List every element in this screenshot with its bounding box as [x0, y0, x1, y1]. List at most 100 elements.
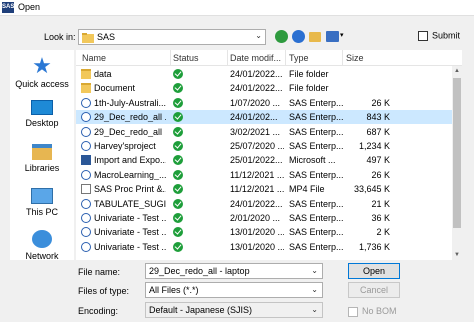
desktop-icon	[31, 100, 53, 115]
file-name-combo[interactable]: 29_Dec_redo_all - laptop ⌄	[145, 263, 323, 279]
file-row[interactable]: SAS Proc Print &... 11/12/2021 ... MP4 Fil…	[76, 182, 452, 196]
sync-status-icon	[173, 184, 183, 195]
vertical-scrollbar[interactable]: ▲ ▼	[452, 66, 462, 260]
sas-file-icon	[81, 241, 91, 252]
libraries-icon	[32, 144, 52, 160]
file-row[interactable]: Import and Expo... 25/01/2022... Microsoft…	[76, 153, 452, 167]
place-network[interactable]: Network	[10, 230, 74, 261]
file-size: 687 K	[366, 126, 390, 137]
column-header-size[interactable]: Size	[346, 53, 364, 63]
view-chevron-icon[interactable]: ▾	[340, 31, 344, 39]
file-row[interactable]: Univariate - Test ... 2/01/2020 ... SAS En…	[76, 211, 452, 225]
file-type: SAS Enterp...	[289, 97, 343, 108]
file-name: TABULATE_SUGI2...	[94, 198, 166, 209]
title-bar[interactable]: SAS Open	[0, 0, 474, 16]
folder-icon	[81, 83, 91, 94]
word-file-icon	[81, 155, 91, 166]
file-type: SAS Enterp...	[289, 241, 343, 252]
column-divider[interactable]	[170, 50, 171, 66]
column-header-date[interactable]: Date modif...	[230, 53, 281, 63]
no-bom-checkbox[interactable]: No BOM	[348, 306, 397, 317]
file-name: Harvey'sproject	[94, 141, 156, 151]
chevron-down-icon[interactable]: ⌄	[311, 305, 318, 314]
open-button[interactable]: Open	[348, 263, 400, 279]
view-menu-icon[interactable]	[326, 31, 339, 42]
file-type: Microsoft ...	[289, 155, 336, 166]
up-folder-icon[interactable]	[292, 30, 305, 43]
place-label: Libraries	[24, 163, 60, 173]
file-date: 25/07/2020 ...	[230, 141, 284, 151]
look-in-value: SAS	[97, 32, 116, 42]
submit-checkbox[interactable]: Submit	[418, 30, 460, 41]
files-of-type-value: All Files (*.*)	[149, 285, 199, 295]
file-size: 1,736 K	[358, 241, 390, 252]
back-icon[interactable]	[275, 30, 288, 43]
place-libraries[interactable]: Libraries	[10, 144, 74, 173]
scroll-up-icon[interactable]: ▲	[452, 66, 462, 76]
no-bom-label: No BOM	[362, 306, 397, 316]
chevron-down-icon[interactable]: ⌄	[311, 285, 318, 294]
file-row[interactable]: MacroLearning_... 11/12/2021 ... SAS Enter…	[76, 168, 452, 182]
file-type: MP4 File	[289, 184, 325, 195]
checkbox-box[interactable]	[418, 30, 428, 41]
file-row[interactable]: data 24/01/2022... File folder	[76, 67, 452, 81]
file-name: 1th-July-Australi...	[94, 97, 166, 108]
place-label: Desktop	[25, 118, 59, 128]
file-size: 1,234 K	[358, 141, 390, 151]
file-date: 13/01/2020 ...	[230, 241, 284, 252]
place-desktop[interactable]: Desktop	[10, 100, 74, 128]
file-name: Univariate - Test ...	[94, 227, 166, 238]
file-size: 26 K	[371, 97, 390, 108]
file-date: 1/07/2020 ...	[230, 97, 281, 108]
file-size: 843 K	[366, 112, 390, 123]
scroll-down-icon[interactable]: ▼	[452, 250, 462, 260]
file-row[interactable]: 29_Dec_redo_all 3/02/2021 ... SAS Enterp..…	[76, 125, 452, 139]
sync-status-icon	[173, 213, 183, 223]
file-row[interactable]: Univariate - Test ... 13/01/2020 ... SAS E…	[76, 240, 452, 254]
file-row[interactable]: Univariate - Test ... 13/01/2020 ... SAS E…	[76, 225, 452, 239]
encoding-label: Encoding:	[78, 306, 119, 316]
place-this-pc[interactable]: This PC	[10, 188, 74, 217]
file-type: SAS Enterp...	[289, 198, 343, 209]
file-row[interactable]: 1th-July-Australi... 1/07/2020 ... SAS Ent…	[76, 96, 452, 110]
sas-file-icon	[81, 126, 91, 137]
new-folder-icon[interactable]	[309, 32, 321, 42]
file-type: SAS Enterp...	[289, 126, 343, 137]
sync-status-icon	[173, 241, 183, 252]
scroll-thumb[interactable]	[453, 78, 461, 228]
column-header-status[interactable]: Status	[173, 53, 199, 63]
file-date: 24/01/202...	[230, 112, 278, 123]
file-type: SAS Enterp...	[289, 112, 343, 123]
file-row[interactable]: Harvey'sproject 25/07/2020 ... SAS Enterp.…	[76, 139, 452, 153]
file-date: 11/12/2021 ...	[230, 169, 284, 180]
files-of-type-select[interactable]: All Files (*.*) ⌄	[145, 282, 323, 298]
column-header-type[interactable]: Type	[289, 53, 309, 63]
file-list[interactable]: Name Status Date modif... Type Size data…	[76, 50, 462, 260]
chevron-down-icon[interactable]: ⌄	[311, 266, 318, 275]
checkbox-box[interactable]	[348, 306, 358, 317]
sync-status-icon	[173, 97, 183, 108]
file-row[interactable]: Document 24/01/2022... File folder	[76, 81, 452, 95]
column-divider[interactable]	[227, 50, 228, 66]
file-name: Univariate - Test ...	[94, 213, 166, 223]
place-quick-access[interactable]: ★ Quick access	[10, 55, 74, 90]
file-size: 36 K	[371, 213, 390, 223]
column-header-name[interactable]: Name	[82, 53, 106, 63]
files-of-type-label: Files of type:	[78, 286, 130, 296]
column-divider[interactable]	[285, 50, 286, 66]
column-divider[interactable]	[342, 50, 343, 66]
sync-status-icon	[173, 169, 183, 180]
submit-label: Submit	[432, 30, 461, 41]
encoding-select[interactable]: Default - Japanese (SJIS) ⌄	[145, 302, 323, 318]
file-name-value[interactable]: 29_Dec_redo_all - laptop	[149, 266, 250, 276]
look-in-dropdown[interactable]: SAS ⌄	[78, 29, 266, 45]
cancel-button[interactable]: Cancel	[348, 282, 400, 298]
chevron-down-icon[interactable]: ⌄	[255, 31, 262, 40]
sas-file-icon	[81, 141, 91, 151]
file-row[interactable]: TABULATE_SUGI2... 24/01/2022... SAS Enterp…	[76, 197, 452, 211]
file-type: SAS Enterp...	[289, 141, 343, 151]
place-label: Quick access	[15, 79, 69, 89]
sync-status-icon	[173, 112, 183, 123]
file-type: File folder	[289, 69, 329, 79]
file-row[interactable]: 29_Dec_redo_all ... 24/01/202... SAS Enter…	[76, 110, 452, 125]
